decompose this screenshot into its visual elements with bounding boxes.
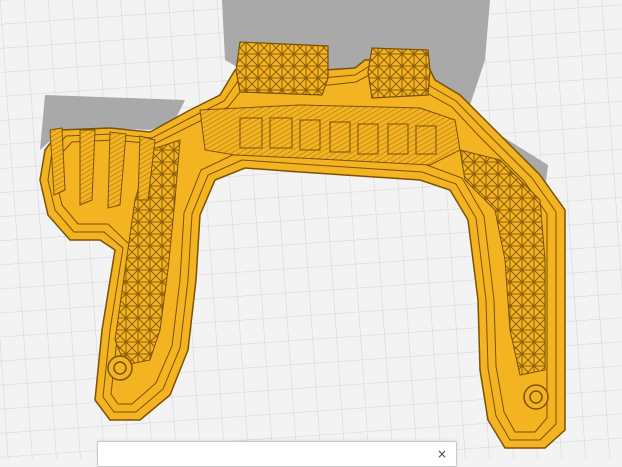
- close-icon[interactable]: ×: [436, 448, 448, 460]
- top-block-right: [367, 47, 431, 99]
- bottom-panel: ×: [97, 441, 457, 467]
- top-block-left: [235, 41, 329, 96]
- 3d-viewport[interactable]: [0, 0, 622, 459]
- screw-hole-left: [107, 355, 133, 381]
- screw-hole-right: [523, 384, 549, 410]
